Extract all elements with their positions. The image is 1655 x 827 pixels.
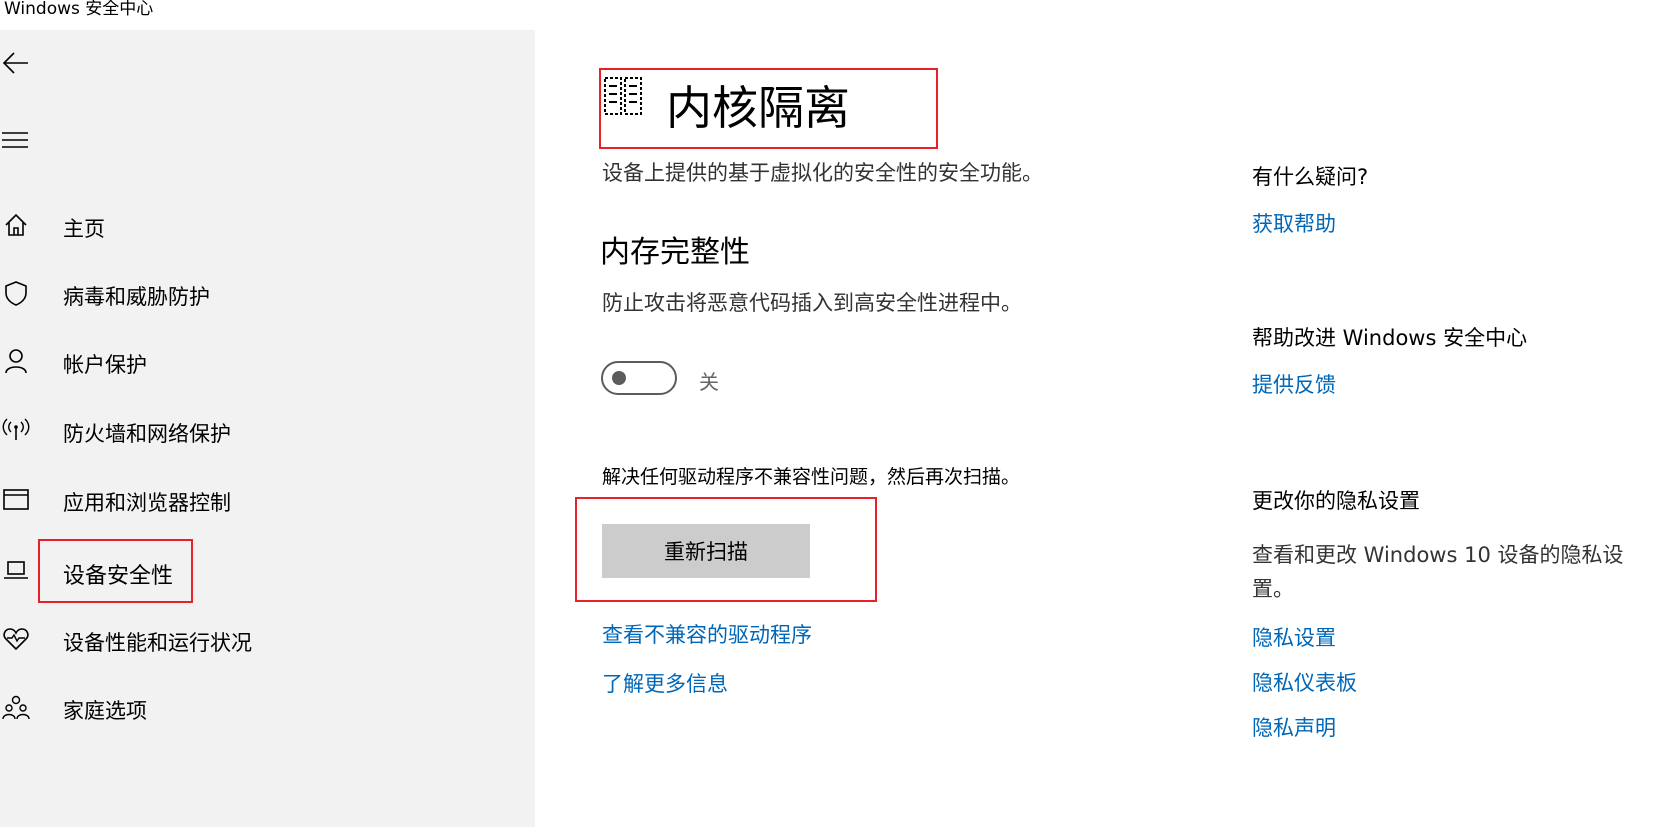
feedback-link[interactable]: 提供反馈	[1252, 369, 1336, 399]
sidebar-item-label: 设备性能和运行状况	[63, 631, 252, 655]
question-heading: 有什么疑问?	[1252, 165, 1369, 189]
sidebar-item-label: 应用和浏览器控制	[63, 491, 231, 515]
privacy-statement-link[interactable]: 隐私声明	[1252, 712, 1336, 742]
driver-note: 解决任何驱动程序不兼容性问题，然后再次扫描。	[602, 466, 1021, 488]
memory-integrity-toggle[interactable]	[601, 361, 677, 395]
memory-integrity-description: 防止攻击将恶意代码插入到高安全性进程中。	[602, 291, 1022, 315]
sidebar-item-family-options[interactable]: 家庭选项	[0, 685, 480, 729]
highlight-box-rescan	[575, 497, 877, 602]
memory-integrity-title: 内存完整性	[600, 235, 750, 270]
title-bar: Windows 安全中心	[0, 0, 1655, 30]
home-icon	[5, 213, 27, 236]
minimize-button[interactable]	[1538, 0, 1562, 12]
window-title: Windows 安全中心	[4, 0, 154, 19]
privacy-description: 查看和更改 Windows 10 设备的隐私设置。	[1252, 543, 1624, 601]
app-window-icon	[3, 489, 29, 510]
highlight-box-title	[599, 68, 938, 149]
sidebar-item-device-performance[interactable]: 设备性能和运行状况	[0, 617, 480, 661]
wifi-antenna-icon	[2, 418, 30, 440]
person-icon	[5, 349, 27, 374]
privacy-dashboard-link[interactable]: 隐私仪表板	[1252, 667, 1357, 697]
improve-heading: 帮助改进 Windows 安全中心	[1252, 326, 1528, 350]
maximize-button[interactable]	[1615, 0, 1639, 12]
sidebar-item-label: 帐户保护	[63, 353, 147, 377]
back-button[interactable]	[0, 48, 34, 78]
sidebar-item-label: 家庭选项	[63, 699, 147, 723]
sidebar-item-home[interactable]: 主页	[0, 203, 480, 247]
menu-button[interactable]	[0, 126, 34, 156]
sidebar-item-app-browser-control[interactable]: 应用和浏览器控制	[0, 477, 480, 521]
hamburger-icon	[2, 132, 28, 148]
shield-icon	[5, 281, 27, 306]
sidebar-item-label: 病毒和威胁防护	[63, 285, 210, 309]
sidebar-item-virus-protection[interactable]: 病毒和威胁防护	[0, 271, 480, 315]
laptop-icon	[4, 561, 28, 579]
sidebar-item-account-protection[interactable]: 帐户保护	[0, 339, 480, 383]
privacy-heading: 更改你的隐私设置	[1252, 489, 1420, 513]
sidebar-item-label: 主页	[63, 217, 105, 241]
highlight-box-device-security	[38, 539, 193, 603]
page-description: 设备上提供的基于虚拟化的安全性的安全功能。	[602, 161, 1043, 185]
sidebar-item-firewall[interactable]: 防火墙和网络保护	[0, 408, 480, 452]
sidebar-item-label: 防火墙和网络保护	[63, 422, 231, 446]
family-icon	[2, 695, 30, 720]
back-arrow-icon	[2, 52, 28, 74]
toggle-state-label: 关	[699, 370, 719, 394]
learn-more-link[interactable]: 了解更多信息	[602, 668, 728, 698]
privacy-settings-link[interactable]: 隐私设置	[1252, 622, 1336, 652]
heart-pulse-icon	[3, 628, 29, 651]
view-incompatible-drivers-link[interactable]: 查看不兼容的驱动程序	[602, 619, 812, 649]
get-help-link[interactable]: 获取帮助	[1252, 208, 1336, 238]
toggle-knob	[612, 371, 626, 385]
